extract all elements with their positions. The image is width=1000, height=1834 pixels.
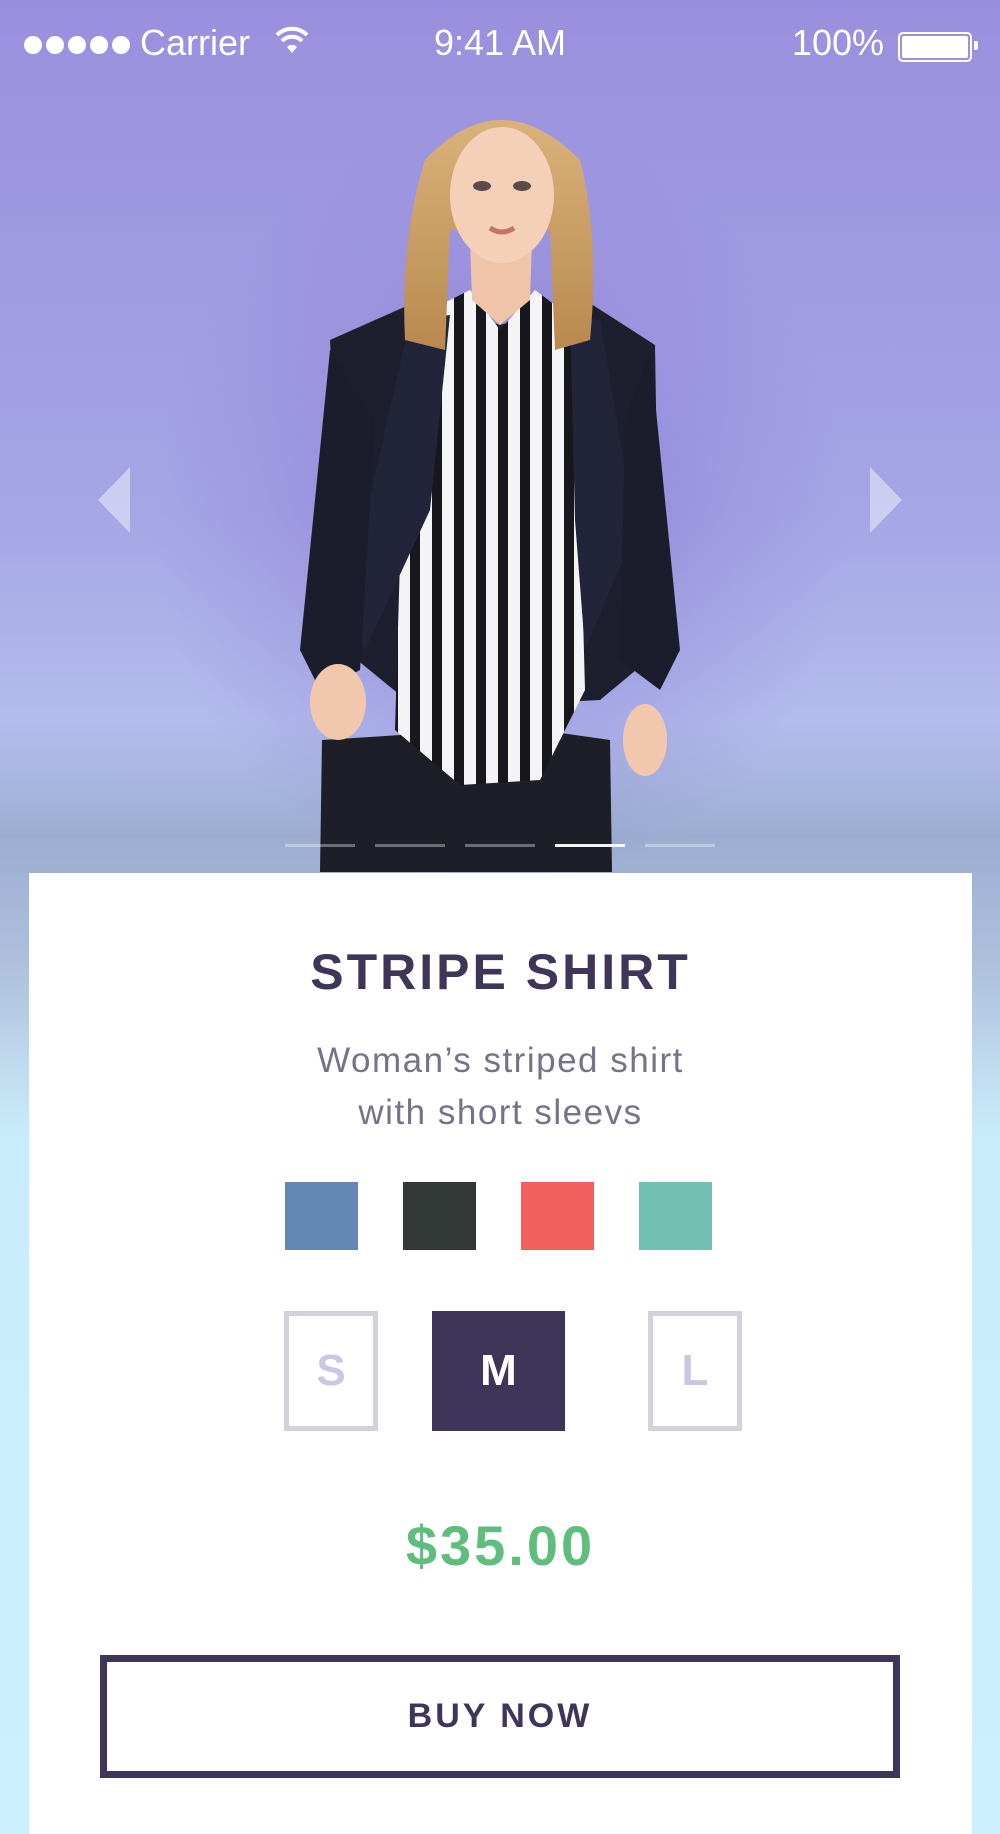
product-description-line: Woman’s striped shirt	[317, 1041, 684, 1080]
previous-image-arrow-icon[interactable]	[90, 455, 150, 545]
product-model-image	[300, 120, 680, 872]
battery-level	[902, 36, 968, 58]
product-title: STRIPE SHIRT	[310, 944, 691, 1000]
next-image-arrow-icon[interactable]	[850, 455, 910, 545]
battery-tip	[974, 41, 978, 50]
size-option-m-selected[interactable]: M	[432, 1311, 565, 1431]
carousel-dot[interactable]	[375, 844, 445, 847]
carousel-pagination	[285, 844, 715, 847]
carousel-dot[interactable]	[645, 844, 715, 847]
product-image-carousel[interactable]	[0, 90, 1000, 872]
size-option-l[interactable]: L	[648, 1311, 742, 1431]
carousel-dot[interactable]	[285, 844, 355, 847]
color-swatch-red[interactable]	[521, 1182, 594, 1250]
size-selector: S M L	[284, 1311, 744, 1431]
battery-icon	[898, 32, 978, 62]
buy-now-button[interactable]: BUY NOW	[100, 1655, 900, 1778]
product-description-line: with short sleevs	[358, 1093, 643, 1132]
carousel-dot-active[interactable]	[555, 844, 625, 847]
status-bar: Carrier 9:41 AM 100%	[0, 0, 1000, 90]
battery-percentage: 100%	[791, 22, 884, 63]
size-option-s[interactable]: S	[284, 1311, 378, 1431]
product-card: STRIPE SHIRT Woman’s striped shirt with …	[29, 873, 972, 1834]
color-swatches	[285, 1182, 712, 1250]
color-swatch-teal[interactable]	[639, 1182, 712, 1250]
color-swatch-blue[interactable]	[285, 1182, 358, 1250]
product-description: Woman’s striped shirt with short sleevs	[29, 1035, 972, 1139]
carousel-dot[interactable]	[465, 844, 535, 847]
color-swatch-black[interactable]	[403, 1182, 476, 1250]
product-price: $35.00	[405, 1514, 596, 1577]
